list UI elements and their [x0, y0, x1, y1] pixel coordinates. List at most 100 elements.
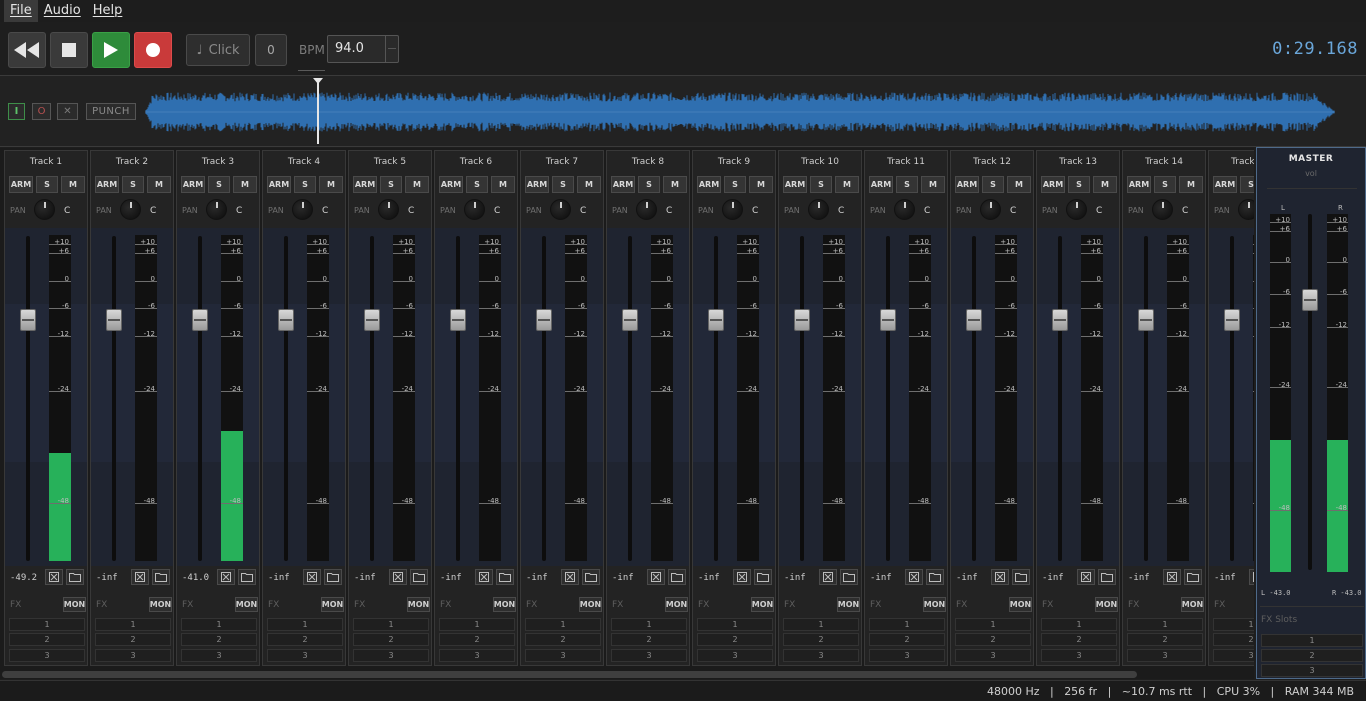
solo-button[interactable]: S	[1240, 176, 1254, 193]
monitor-button[interactable]: MON	[407, 597, 430, 612]
pan-knob[interactable]	[808, 199, 829, 220]
bpm-spinbox[interactable]: 94.0	[327, 35, 399, 63]
solo-button[interactable]: S	[896, 176, 918, 193]
fx-slot-2[interactable]: 2	[1041, 633, 1117, 646]
pan-knob[interactable]	[206, 199, 227, 220]
fx-slot-2[interactable]: 2	[525, 633, 601, 646]
fader-handle[interactable]	[1052, 309, 1068, 331]
mixer-scrollbar[interactable]	[0, 670, 1254, 679]
solo-button[interactable]: S	[36, 176, 58, 193]
arm-button[interactable]: ARM	[1041, 176, 1065, 193]
play-button[interactable]	[92, 32, 130, 68]
fader-track[interactable]	[456, 236, 460, 561]
fx-slot-1[interactable]: 1	[869, 618, 945, 631]
fx-slot-3[interactable]: 3	[525, 649, 601, 662]
loop-out-button[interactable]: O	[32, 103, 51, 120]
mute-button[interactable]: M	[491, 176, 515, 193]
fx-slot-3[interactable]: 3	[267, 649, 343, 662]
pan-knob[interactable]	[464, 199, 485, 220]
fader-handle[interactable]	[966, 309, 982, 331]
fx-slot-2[interactable]: 2	[95, 633, 171, 646]
arm-button[interactable]: ARM	[1213, 176, 1237, 193]
fader-track[interactable]	[628, 236, 632, 561]
input-select-button[interactable]	[217, 569, 235, 585]
fader-handle[interactable]	[1224, 309, 1240, 331]
arm-button[interactable]: ARM	[1127, 176, 1151, 193]
fader-handle[interactable]	[1138, 309, 1154, 331]
mute-button[interactable]: M	[663, 176, 687, 193]
click-toggle-button[interactable]: ♩ Click	[186, 34, 250, 66]
mute-button[interactable]: M	[921, 176, 945, 193]
fader-track[interactable]	[112, 236, 116, 561]
monitor-button[interactable]: MON	[665, 597, 688, 612]
arm-button[interactable]: ARM	[181, 176, 205, 193]
fx-slot-1[interactable]: 1	[1213, 618, 1254, 631]
pan-knob[interactable]	[1152, 199, 1173, 220]
fader-handle[interactable]	[622, 309, 638, 331]
fx-slot-1[interactable]: 1	[353, 618, 429, 631]
monitor-button[interactable]: MON	[321, 597, 344, 612]
arm-button[interactable]: ARM	[697, 176, 721, 193]
fx-slot-2[interactable]: 2	[9, 633, 85, 646]
punch-button[interactable]: PUNCH	[86, 103, 136, 120]
playhead[interactable]	[313, 78, 323, 144]
fader-handle[interactable]	[794, 309, 810, 331]
monitor-button[interactable]: MON	[493, 597, 516, 612]
arm-button[interactable]: ARM	[783, 176, 807, 193]
input-select-button[interactable]	[1163, 569, 1181, 585]
fx-slot-3[interactable]: 3	[955, 649, 1031, 662]
monitor-button[interactable]: MON	[149, 597, 172, 612]
fx-slot-3[interactable]: 3	[611, 649, 687, 662]
fader-handle[interactable]	[192, 309, 208, 331]
load-file-button[interactable]	[1098, 569, 1116, 585]
mute-button[interactable]: M	[1093, 176, 1117, 193]
arm-button[interactable]: ARM	[869, 176, 893, 193]
load-file-button[interactable]	[496, 569, 514, 585]
load-file-button[interactable]	[1184, 569, 1202, 585]
mute-button[interactable]: M	[1179, 176, 1203, 193]
input-select-button[interactable]	[905, 569, 923, 585]
fx-slot-1[interactable]: 1	[95, 618, 171, 631]
load-file-button[interactable]	[152, 569, 170, 585]
fader-track[interactable]	[1230, 236, 1234, 561]
fx-slot-3[interactable]: 3	[783, 649, 859, 662]
stop-button[interactable]	[50, 32, 88, 68]
fader-handle[interactable]	[880, 309, 896, 331]
arm-button[interactable]: ARM	[525, 176, 549, 193]
solo-button[interactable]: S	[810, 176, 832, 193]
monitor-button[interactable]: MON	[1009, 597, 1032, 612]
monitor-button[interactable]: MON	[837, 597, 860, 612]
arm-button[interactable]: ARM	[611, 176, 635, 193]
fx-slot-2[interactable]: 2	[181, 633, 257, 646]
mute-button[interactable]: M	[233, 176, 257, 193]
load-file-button[interactable]	[754, 569, 772, 585]
fader-track[interactable]	[1144, 236, 1148, 561]
master-fx-slot-2[interactable]: 2	[1261, 649, 1363, 662]
load-file-button[interactable]	[238, 569, 256, 585]
fx-slot-2[interactable]: 2	[697, 633, 773, 646]
fader-track[interactable]	[886, 236, 890, 561]
input-select-button[interactable]	[1077, 569, 1095, 585]
fx-slot-2[interactable]: 2	[611, 633, 687, 646]
waveform[interactable]	[145, 80, 1335, 144]
solo-button[interactable]: S	[724, 176, 746, 193]
monitor-button[interactable]: MON	[579, 597, 602, 612]
fx-slot-2[interactable]: 2	[1127, 633, 1203, 646]
fx-slot-2[interactable]: 2	[869, 633, 945, 646]
monitor-button[interactable]: MON	[923, 597, 946, 612]
fader-track[interactable]	[714, 236, 718, 561]
pan-knob[interactable]	[292, 199, 313, 220]
bpm-spin-arrows[interactable]	[385, 36, 398, 62]
record-button[interactable]	[134, 32, 172, 68]
input-select-button[interactable]	[647, 569, 665, 585]
input-select-button[interactable]	[45, 569, 63, 585]
fx-slot-1[interactable]: 1	[525, 618, 601, 631]
menu-file[interactable]: File	[4, 0, 38, 22]
mixer-scrollbar-thumb[interactable]	[2, 671, 1137, 678]
fx-slot-1[interactable]: 1	[955, 618, 1031, 631]
load-file-button[interactable]	[1012, 569, 1030, 585]
fx-slot-1[interactable]: 1	[1127, 618, 1203, 631]
solo-button[interactable]: S	[294, 176, 316, 193]
fx-slot-1[interactable]: 1	[267, 618, 343, 631]
pan-knob[interactable]	[120, 199, 141, 220]
